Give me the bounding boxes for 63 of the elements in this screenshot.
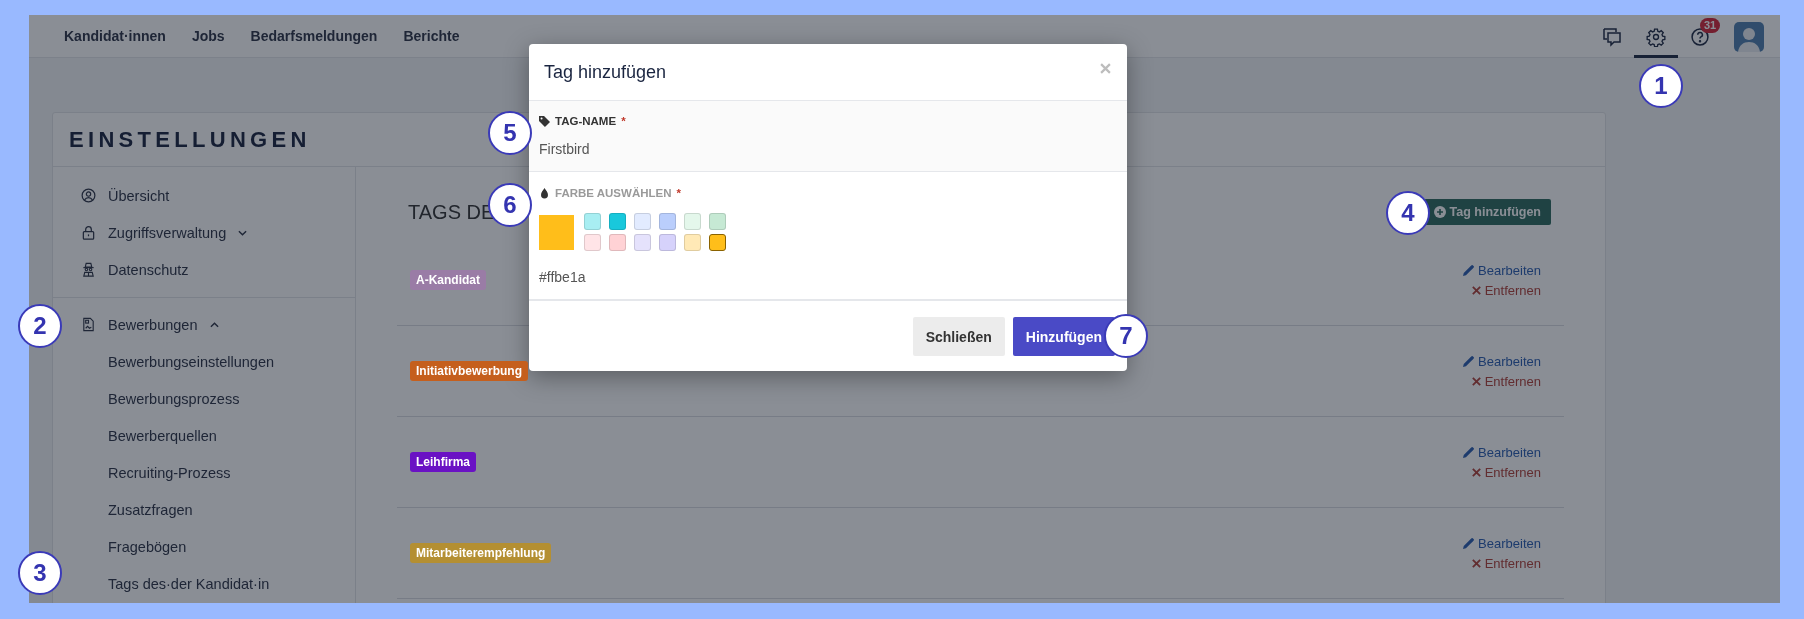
sidebar-subitem[interactable]: Bewerbungseinstellungen — [108, 353, 275, 370]
remove-link[interactable]: Entfernen — [1470, 282, 1541, 298]
tag-icon — [539, 115, 550, 127]
color-swatch[interactable] — [709, 234, 726, 251]
pencil-icon — [1463, 355, 1475, 367]
add-tag-button[interactable]: Tag hinzufügen — [1423, 199, 1551, 225]
edit-link[interactable]: Bearbeiten — [1463, 353, 1541, 369]
drop-icon — [539, 187, 550, 199]
nav-link[interactable]: Bedarfsmeldungen — [250, 28, 378, 44]
chat-icon — [1602, 26, 1622, 47]
step-marker: 3 — [18, 551, 62, 595]
required-mark: * — [676, 187, 681, 199]
tag-label: Mitarbeiterempfehlung — [410, 543, 552, 563]
sidebar-item[interactable]: Bewerbungen — [108, 316, 198, 333]
profile-icon — [81, 188, 96, 203]
lock-icon — [81, 225, 96, 240]
tag-name-field[interactable]: Firstbird — [539, 139, 839, 159]
pencil-icon — [1463, 446, 1475, 458]
chevron-down-icon[interactable] — [238, 229, 248, 236]
remove-link[interactable]: Entfernen — [1470, 464, 1541, 480]
close-icon[interactable] — [1100, 62, 1111, 74]
cross-icon — [1470, 284, 1482, 296]
avatar — [1734, 21, 1764, 52]
plus-icon — [1433, 206, 1446, 218]
required-mark: * — [621, 115, 626, 127]
tag-label: Initiativbewerbung — [410, 361, 528, 381]
field-label: TAG-NAME — [555, 115, 617, 127]
sidebar-item[interactable]: Zugriffsverwaltung — [108, 224, 227, 241]
field-label: FARBE AUSWÄHLEN — [555, 187, 672, 199]
sidebar-subitem[interactable]: Recruiting-Prozess — [108, 464, 231, 481]
edit-link[interactable]: Bearbeiten — [1463, 535, 1541, 551]
pencil-icon — [1463, 264, 1475, 276]
remove-link[interactable]: Entfernen — [1470, 373, 1541, 389]
cross-icon — [1470, 466, 1482, 478]
sidebar-subitem[interactable]: Fragebögen — [108, 538, 187, 555]
sidebar-subitem[interactable]: Bewerbungsprozess — [108, 390, 240, 407]
tag-label: A-Kandidat — [410, 270, 486, 290]
chevron-up-icon[interactable] — [209, 321, 219, 328]
pencil-icon — [1463, 537, 1475, 549]
close-button[interactable]: Schließen — [912, 317, 1005, 356]
tag-label: Leihfirma — [410, 452, 476, 472]
nav-link[interactable]: Jobs — [191, 28, 225, 44]
sidebar-item[interactable]: Übersicht — [108, 187, 170, 204]
add-button[interactable]: Hinzufügen — [1012, 317, 1115, 356]
dialog-title: Tag hinzufügen — [544, 61, 667, 83]
cross-icon — [1470, 375, 1482, 387]
sidebar-subitem[interactable]: Bewerberquellen — [108, 427, 217, 444]
incognito-icon — [81, 262, 96, 277]
edit-link[interactable]: Bearbeiten — [1463, 444, 1541, 460]
edit-link[interactable]: Bearbeiten — [1463, 262, 1541, 278]
settings-icon — [1646, 26, 1666, 47]
step-marker: 2 — [18, 304, 62, 348]
document-icon — [81, 317, 96, 332]
nav-link[interactable]: Berichte — [403, 28, 460, 44]
sidebar-item[interactable]: Datenschutz — [108, 261, 189, 278]
sidebar-subitem[interactable]: Tags des·der Kandidat·in — [108, 575, 270, 592]
nav-link[interactable]: Kandidat·innen — [64, 28, 166, 44]
page-title: EINSTELLUNGEN — [69, 126, 311, 153]
sidebar-subitem[interactable]: Zusatzfragen — [108, 501, 193, 518]
notification-badge: 31 — [1700, 17, 1721, 33]
color-value: #ffbe1a — [539, 269, 587, 285]
remove-link[interactable]: Entfernen — [1470, 555, 1541, 571]
cross-icon — [1470, 557, 1482, 569]
